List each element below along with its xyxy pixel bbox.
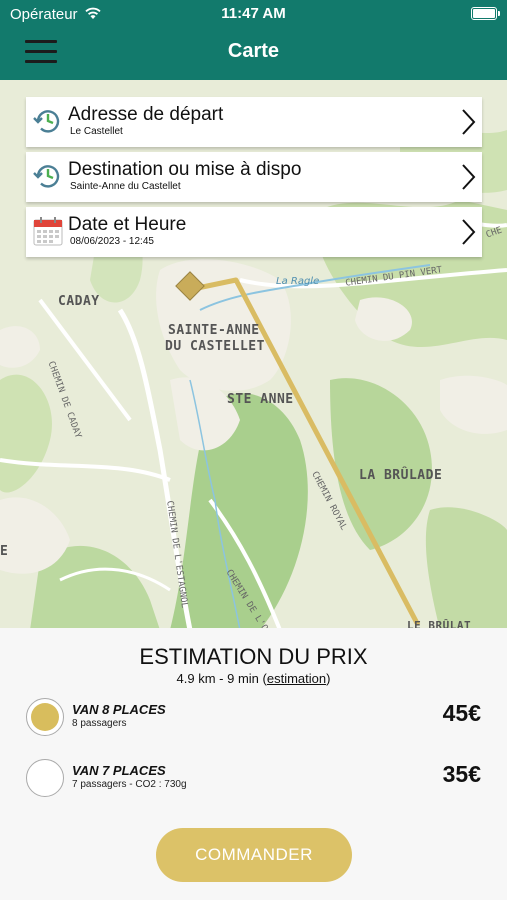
water-label: La Ragle xyxy=(276,276,320,287)
vehicle-option-van8[interactable]: VAN 8 PLACES 8 passagers 45€ xyxy=(0,698,507,748)
departure-field[interactable]: Adresse de départ Le Castellet xyxy=(26,97,482,147)
vehicle-option-van7[interactable]: VAN 7 PLACES 7 passagers - CO2 : 730g 35… xyxy=(0,759,507,809)
page-title: Carte xyxy=(227,40,280,62)
place-label: STE ANNE xyxy=(227,392,294,407)
vehicle-desc: 8 passagers xyxy=(72,718,127,729)
vehicle-price: 35€ xyxy=(442,761,481,787)
chevron-right-icon xyxy=(462,164,476,190)
estimate-link[interactable]: estimation xyxy=(267,671,326,686)
price-panel: ESTIMATION DU PRIX 4.9 km - 9 min (estim… xyxy=(0,628,507,900)
place-label: SAINTE-ANNE xyxy=(168,323,260,338)
vehicle-name: VAN 8 PLACES xyxy=(72,702,166,717)
vehicle-price: 45€ xyxy=(442,700,481,726)
destination-value: Sainte-Anne du Castellet xyxy=(70,181,181,192)
battery-icon xyxy=(471,7,500,20)
place-label: DU CASTELLET xyxy=(165,339,265,354)
vehicle-desc: 7 passagers - CO2 : 730g xyxy=(72,779,187,790)
calendar-icon xyxy=(33,217,63,246)
app-header: Opérateur 11:47 AM Carte xyxy=(0,0,507,80)
status-bar: Opérateur 11:47 AM xyxy=(0,0,507,28)
departure-label: Adresse de départ xyxy=(68,104,224,125)
place-label: CADAY xyxy=(58,294,100,309)
place-label: LA BRÛLADE xyxy=(359,468,443,483)
chevron-right-icon xyxy=(462,109,476,135)
history-icon xyxy=(33,165,60,188)
status-time: 11:47 AM xyxy=(221,5,286,22)
destination-label: Destination ou mise à dispo xyxy=(68,159,302,180)
datetime-label: Date et Heure xyxy=(68,214,187,235)
estimate-title: ESTIMATION DU PRIX xyxy=(139,644,368,669)
estimate-summary: 4.9 km - 9 min (estimation) xyxy=(176,671,331,686)
distance-duration: 4.9 km - 9 min xyxy=(176,671,259,686)
datetime-field[interactable]: Date et Heure 08/06/2023 - 12:45 xyxy=(26,207,482,257)
order-button[interactable]: COMMANDER xyxy=(156,828,352,882)
chevron-right-icon xyxy=(462,219,476,245)
departure-value: Le Castellet xyxy=(70,126,123,137)
vehicle-name: VAN 7 PLACES xyxy=(72,763,166,778)
destination-field[interactable]: Destination ou mise à dispo Sainte-Anne … xyxy=(26,152,482,202)
radio-unselected[interactable] xyxy=(26,759,64,797)
datetime-value: 08/06/2023 - 12:45 xyxy=(70,236,154,247)
history-icon xyxy=(33,110,60,133)
place-label: E xyxy=(0,544,9,559)
radio-selected[interactable] xyxy=(26,698,64,736)
